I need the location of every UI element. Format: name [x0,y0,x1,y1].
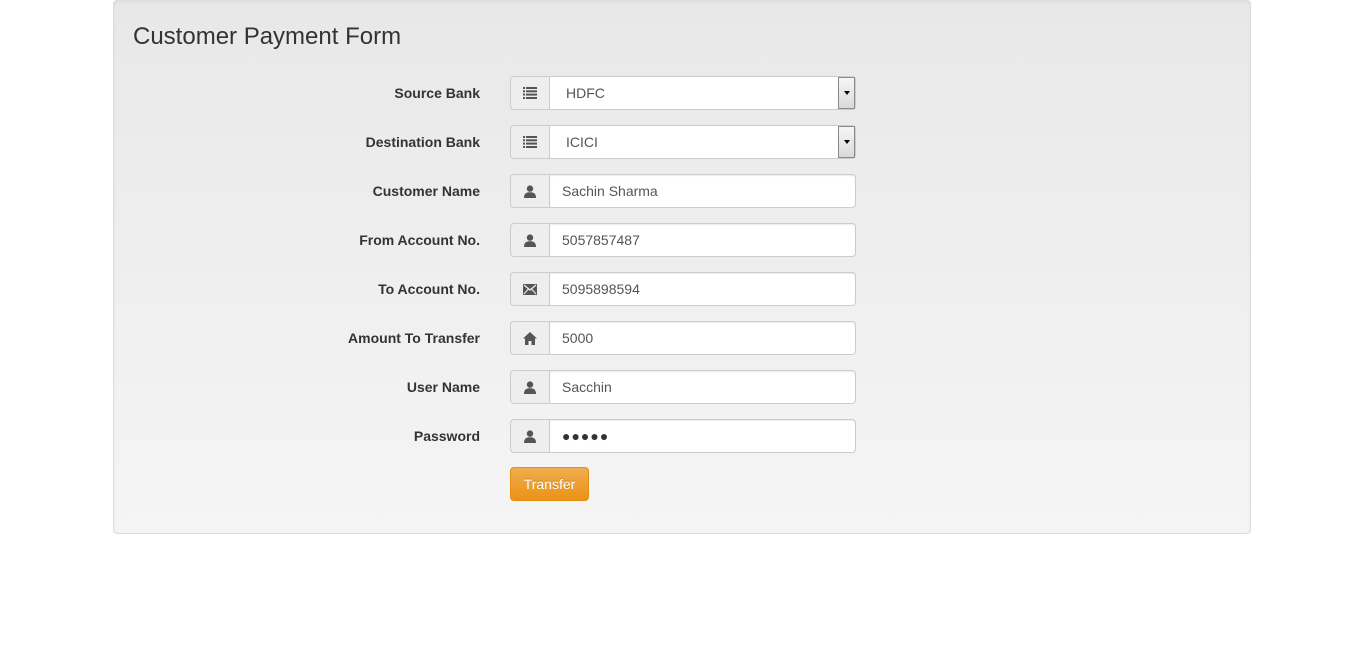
from-account-label: From Account No. [359,232,480,248]
destination-bank-label: Destination Bank [365,134,480,150]
source-bank-label: Source Bank [394,85,480,101]
to-account-input[interactable] [549,272,856,306]
destination-bank-row: Destination Bank ICICI [114,125,1250,159]
to-account-row: To Account No. [114,272,1250,306]
payment-form-panel: Customer Payment Form Source Bank HDFC D… [113,0,1251,534]
source-bank-value: HDFC [566,85,605,101]
user-name-row: User Name [114,370,1250,404]
user-icon [510,419,549,453]
user-name-group [510,370,856,404]
destination-bank-value: ICICI [566,134,598,150]
source-bank-row: Source Bank HDFC [114,76,1250,110]
amount-group [510,321,856,355]
list-icon [510,76,549,110]
customer-name-group [510,174,856,208]
transfer-button[interactable]: Transfer [510,467,589,501]
home-icon [510,321,549,355]
envelope-icon [510,272,549,306]
to-account-group [510,272,856,306]
user-icon [510,174,549,208]
customer-name-label: Customer Name [372,183,480,199]
chevron-down-icon[interactable] [838,126,855,158]
password-row: Password ●●●●● [114,419,1250,453]
user-icon [510,223,549,257]
source-bank-select[interactable]: HDFC [549,76,856,110]
password-label: Password [413,428,480,444]
from-account-group [510,223,856,257]
user-name-label: User Name [406,379,480,395]
source-bank-group: HDFC [510,76,856,110]
destination-bank-group: ICICI [510,125,856,159]
page-title: Customer Payment Form [133,23,402,50]
customer-name-row: Customer Name [114,174,1250,208]
password-input[interactable]: ●●●●● [549,419,856,453]
from-account-row: From Account No. [114,223,1250,257]
amount-row: Amount To Transfer [114,321,1250,355]
amount-input[interactable] [549,321,856,355]
chevron-down-icon[interactable] [838,77,855,109]
user-name-input[interactable] [549,370,856,404]
user-icon [510,370,549,404]
customer-name-input[interactable] [549,174,856,208]
amount-label: Amount To Transfer [348,330,480,346]
password-group: ●●●●● [510,419,856,453]
destination-bank-select[interactable]: ICICI [549,125,856,159]
from-account-input[interactable] [549,223,856,257]
list-icon [510,125,549,159]
to-account-label: To Account No. [378,281,480,297]
